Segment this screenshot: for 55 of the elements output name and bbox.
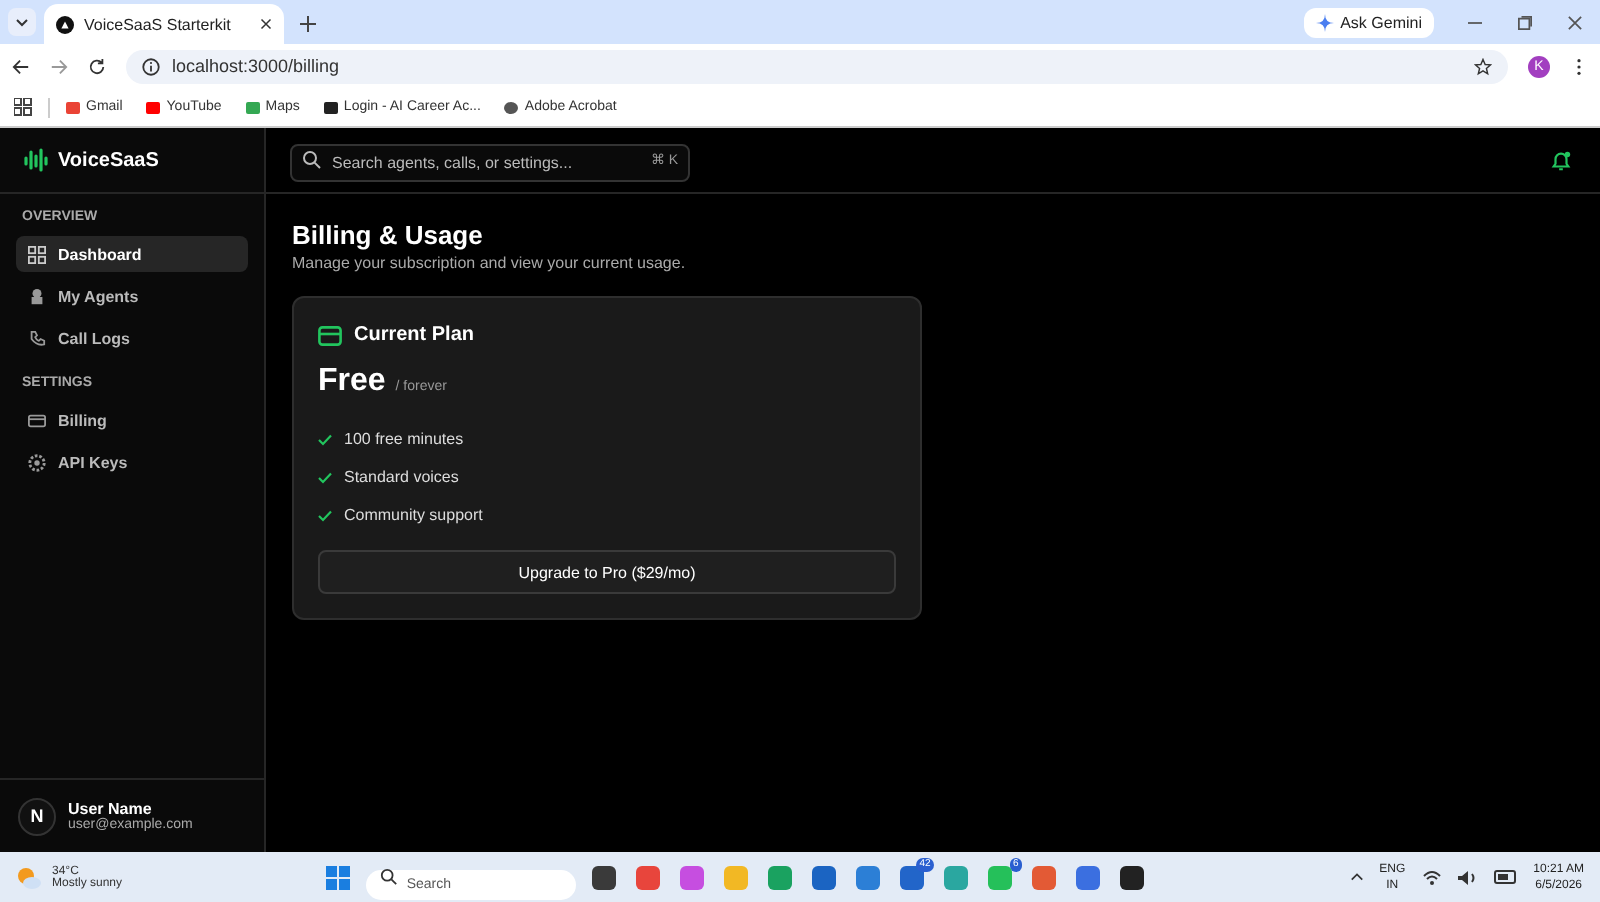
tab-title: VoiceSaaS Starterkit [84, 15, 233, 33]
new-tab-icon[interactable] [300, 16, 316, 32]
battery-icon[interactable] [1493, 870, 1518, 884]
search-icon [302, 150, 322, 170]
sidebar-item[interactable]: Call Logs [16, 320, 248, 356]
check-icon [318, 509, 332, 521]
ask-gemini-button[interactable]: Ask Gemini [1304, 7, 1434, 37]
bot-icon [28, 287, 46, 305]
weather-icon [16, 865, 42, 889]
taskbar-app-icon[interactable] [592, 865, 617, 889]
sidebar-item[interactable]: API Keys [16, 444, 248, 480]
upgrade-button[interactable]: Upgrade to Pro ($29/mo) [318, 550, 896, 594]
start-icon[interactable] [326, 865, 351, 889]
wifi-icon[interactable] [1421, 869, 1442, 885]
url-text: localhost:3000/billing [172, 56, 340, 76]
check-icon [318, 471, 332, 483]
waveform-logo-icon [24, 148, 48, 172]
card-icon [28, 411, 46, 429]
user-name: User Name [68, 800, 152, 818]
star-icon[interactable] [1474, 57, 1492, 75]
back-icon[interactable] [12, 57, 30, 75]
site-icon [56, 15, 74, 33]
gear-icon [28, 453, 46, 471]
feature-text: Community support [344, 506, 483, 524]
feature-text: Standard voices [344, 468, 459, 486]
grid-icon [28, 245, 46, 263]
info-icon[interactable] [142, 57, 160, 75]
sidebar-item[interactable]: Dashboard [16, 236, 248, 272]
forward-icon[interactable] [50, 57, 68, 75]
apps-icon[interactable] [14, 98, 32, 116]
feature-text: 100 free minutes [344, 430, 464, 448]
page-title: Billing & Usage [292, 220, 485, 250]
browser-tab[interactable]: VoiceSaaS Starterkit [44, 4, 284, 44]
card-heading: Current Plan [354, 324, 475, 346]
volume-icon[interactable] [1457, 869, 1478, 885]
card-icon [318, 325, 342, 345]
phone-icon [28, 329, 46, 347]
chevron-up-icon[interactable] [1349, 872, 1364, 882]
page-subtitle: Manage your subscription and view your current usage. [292, 254, 688, 272]
taskbar-app-icon[interactable] [1120, 865, 1145, 889]
restore-icon[interactable] [1518, 15, 1532, 29]
search-icon [380, 868, 399, 886]
address-bar[interactable]: localhost:3000/billing [126, 49, 1508, 83]
brand-name: VoiceSaaS [58, 149, 159, 171]
user-avatar[interactable]: N [18, 797, 56, 835]
sidebar-item[interactable]: My Agents [16, 278, 248, 314]
close-icon[interactable] [1568, 15, 1582, 29]
sidebar-item[interactable]: Billing [16, 402, 248, 438]
close-icon[interactable] [260, 18, 272, 30]
plan-name: Free [318, 364, 386, 400]
tab-list-button[interactable] [8, 8, 36, 36]
bell-icon[interactable] [1550, 149, 1572, 171]
sparkle-icon [1316, 13, 1335, 31]
reload-icon[interactable] [88, 57, 106, 75]
check-icon [318, 433, 332, 445]
